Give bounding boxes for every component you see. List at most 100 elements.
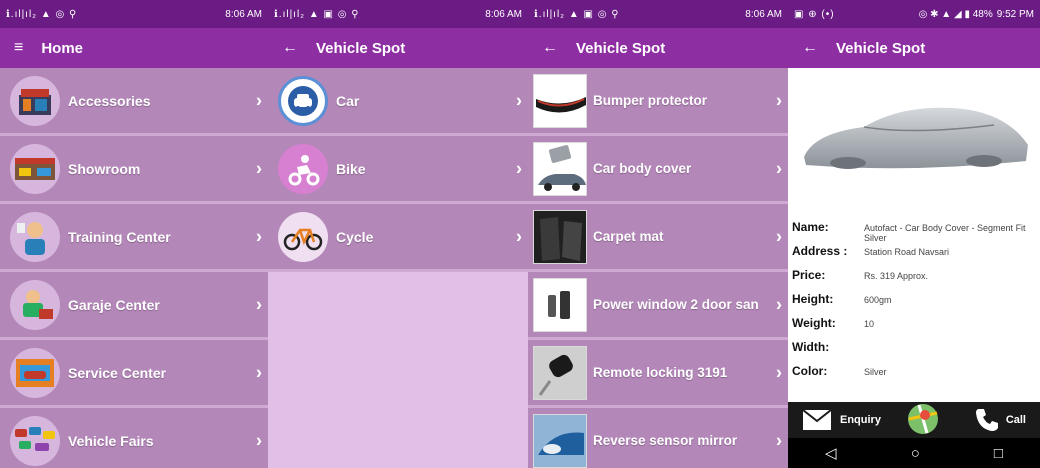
fairs-icon — [10, 415, 60, 466]
home-screen: ℹ.ıl|ıl₂ ▲ ◎ ⚲ 8:06 AM ≡ Home Accessorie… — [0, 0, 268, 468]
detail-row-weight: Weight: 10 — [792, 316, 1036, 340]
list-item-label: Cycle — [336, 228, 374, 245]
chevron-right-icon: › — [516, 90, 522, 110]
detail-row-price: Price: Rs. 319 Approx. — [792, 268, 1036, 292]
action-bar: Enquiry Call — [788, 402, 1040, 438]
detail-row-height: Height: 600gm — [792, 292, 1036, 316]
list-item-power-window[interactable]: Power window 2 door san › — [528, 272, 788, 340]
list-item-label: Remote locking 3191 — [593, 365, 728, 380]
list-item-car-body-cover[interactable]: Car body cover › — [528, 136, 788, 204]
chevron-right-icon: › — [776, 90, 782, 110]
detail-label: Width: — [792, 340, 830, 354]
system-nav-bar: ◁ ○ □ — [788, 438, 1040, 468]
cycle-icon — [278, 211, 328, 262]
status-bar: ℹ.ıl|ıl₂ ▲ ◎ ⚲ 8:06 AM — [0, 0, 268, 28]
detail-value: 600gm — [864, 295, 892, 305]
status-bar: ℹ.ıl|ıl₂ ▲ ▣ ◎ ⚲ 8:06 AM — [268, 0, 528, 28]
chevron-right-icon: › — [256, 226, 262, 246]
mail-icon — [802, 409, 832, 430]
product-details: Name: Autofact - Car Body Cover - Segmen… — [788, 212, 1040, 402]
product-thumbnail — [533, 209, 587, 264]
chevron-right-icon: › — [776, 362, 782, 382]
detail-label: Height: — [792, 292, 834, 306]
nav-home-icon[interactable]: ○ — [911, 445, 920, 462]
product-image — [788, 68, 1040, 210]
map-icon — [907, 403, 938, 434]
page-title: Vehicle Spot — [836, 39, 926, 57]
product-thumbnail — [533, 413, 587, 468]
page-title: Vehicle Spot — [316, 39, 406, 57]
list-item-label: Bumper protector — [593, 93, 708, 108]
chevron-right-icon: › — [516, 226, 522, 246]
list-item-label: Service Center — [68, 364, 167, 381]
detail-row-color: Color: Silver — [792, 364, 1036, 388]
car-icon — [278, 75, 328, 126]
list-item-label: Training Center — [68, 228, 171, 245]
product-list-screen: ℹ.ıl|ıl₂ ▲ ▣ ◎ ⚲ 8:06 AM ← Vehicle Spot … — [528, 0, 788, 468]
status-time-label: 8:06 AM — [225, 8, 262, 20]
call-button[interactable]: Call — [974, 407, 1026, 433]
back-arrow-icon[interactable]: ← — [542, 39, 558, 57]
back-arrow-icon[interactable]: ← — [802, 39, 818, 57]
nav-back-icon[interactable]: ◁ — [825, 444, 837, 462]
detail-value: Silver — [864, 367, 887, 377]
list-item-car[interactable]: Car › — [268, 68, 528, 136]
garage-icon — [10, 279, 60, 330]
chevron-right-icon: › — [256, 158, 262, 178]
list-item-remote-locking[interactable]: Remote locking 3191 › — [528, 340, 788, 408]
detail-value: Rs. 319 Approx. — [864, 271, 929, 281]
detail-value: Station Road Navsari — [864, 247, 950, 257]
nav-recents-icon[interactable]: □ — [994, 445, 1003, 462]
status-icons: ▣ ⊕ (•) — [794, 8, 835, 20]
list-item-cycle[interactable]: Cycle › — [268, 204, 528, 272]
menu-icon[interactable]: ≡ — [14, 39, 23, 57]
list-item-service-center[interactable]: Service Center › — [0, 340, 268, 408]
back-arrow-icon[interactable]: ← — [282, 39, 298, 57]
detail-label: Color: — [792, 364, 828, 378]
detail-row-name: Name: Autofact - Car Body Cover - Segmen… — [792, 220, 1036, 244]
product-thumbnail — [533, 141, 587, 196]
list-item-label: Bike — [336, 160, 366, 177]
list-item-vehicle-fairs[interactable]: Vehicle Fairs › — [0, 408, 268, 468]
training-icon — [10, 211, 60, 262]
list-item-label: Accessories — [68, 92, 151, 109]
detail-value: Autofact - Car Body Cover - Segment Fit … — [864, 223, 1026, 243]
list-item-reverse-sensor-mirror[interactable]: Reverse sensor mirror › — [528, 408, 788, 468]
list-item-label: Reverse sensor mirror — [593, 433, 738, 448]
chevron-right-icon: › — [256, 294, 262, 314]
list-item-showroom[interactable]: Showroom › — [0, 136, 268, 204]
list-item-carpet-mat[interactable]: Carpet mat › — [528, 204, 788, 272]
status-bar: ▣ ⊕ (•) ◎ ✱ ▲ ◢ ▮ 48% 9:52 PM — [788, 0, 1040, 28]
product-detail-screen: ▣ ⊕ (•) ◎ ✱ ▲ ◢ ▮ 48% 9:52 PM ← Vehicle … — [788, 0, 1040, 468]
product-thumbnail — [533, 73, 587, 128]
page-title: Home — [41, 39, 84, 57]
bike-icon — [278, 143, 328, 194]
list-item-training-center[interactable]: Training Center › — [0, 204, 268, 272]
status-indicators: ◎ ✱ ▲ ◢ ▮ 48% — [918, 8, 993, 20]
chevron-right-icon: › — [516, 158, 522, 178]
enquiry-button[interactable]: Enquiry — [802, 409, 881, 431]
service-icon — [10, 347, 60, 398]
list-item-label: Carpet mat — [593, 229, 664, 244]
list-item-garaje-center[interactable]: Garaje Center › — [0, 272, 268, 340]
list-item-accessories[interactable]: Accessories › — [0, 68, 268, 136]
product-list: Bumper protector › Car body cover › Carp… — [528, 68, 788, 468]
status-icons: ℹ.ıl|ıl₂ ▲ ◎ ⚲ — [6, 8, 78, 20]
list-item-label: Car body cover — [593, 161, 692, 176]
map-button[interactable] — [907, 403, 939, 438]
list-item-bumper-protector[interactable]: Bumper protector › — [528, 68, 788, 136]
showroom-icon — [10, 143, 60, 194]
chevron-right-icon: › — [256, 430, 262, 450]
chevron-right-icon: › — [776, 226, 782, 246]
status-bar: ℹ.ıl|ıl₂ ▲ ▣ ◎ ⚲ 8:06 AM — [528, 0, 788, 28]
phone-icon — [975, 409, 998, 431]
chevron-right-icon: › — [776, 158, 782, 178]
enquiry-label: Enquiry — [840, 414, 881, 426]
detail-label: Address : — [792, 244, 848, 258]
category-list: Accessories › Showroom › Training Center… — [0, 68, 268, 468]
screenshot-collage: ℹ.ıl|ıl₂ ▲ ◎ ⚲ 8:06 AM ≡ Home Accessorie… — [0, 0, 1040, 468]
list-item-label: Vehicle Fairs — [68, 432, 154, 449]
status-time-label: 8:06 AM — [485, 8, 522, 20]
list-item-bike[interactable]: Bike › — [268, 136, 528, 204]
chevron-right-icon: › — [776, 430, 782, 450]
